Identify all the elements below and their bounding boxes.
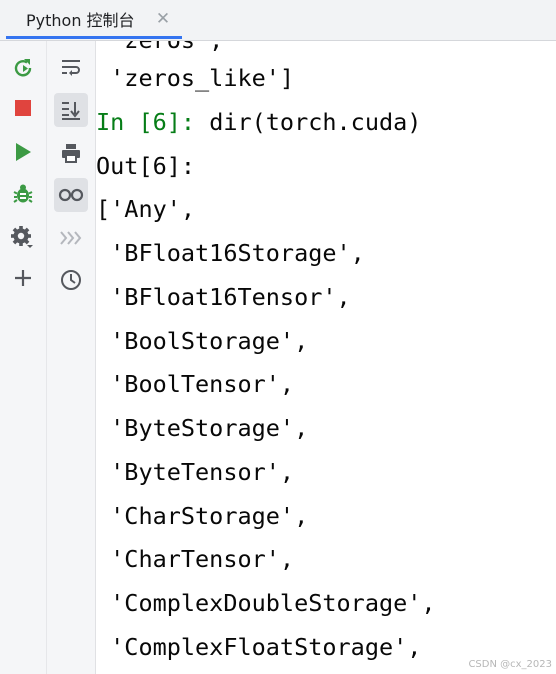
show-variables-icon <box>58 185 84 205</box>
command-queue-button[interactable] <box>54 221 88 255</box>
close-icon[interactable]: ✕ <box>154 10 172 28</box>
output-line: 'ByteTensor', <box>96 458 295 486</box>
run-icon <box>13 142 33 162</box>
output-line: 'BFloat16Tensor', <box>96 283 351 311</box>
output-line: 'ByteStorage', <box>96 414 309 442</box>
console-toolbar-primary <box>0 41 47 674</box>
tab-bar: Python 控制台 ✕ <box>0 0 556 41</box>
output-line: ['Any', <box>96 195 196 223</box>
output-prompt: Out[6]: <box>96 152 210 180</box>
output-line: 'BFloat16Storage', <box>96 239 365 267</box>
add-button[interactable] <box>6 261 40 295</box>
scroll-to-end-icon <box>60 99 82 121</box>
output-line: 'CharStorage', <box>96 502 309 530</box>
tab-python-console[interactable]: Python 控制台 ✕ <box>6 0 182 37</box>
tab-title: Python 控制台 <box>26 10 135 30</box>
console-toolbar-secondary <box>47 41 96 674</box>
output-line: 'ComplexDoubleStorage', <box>96 589 436 617</box>
history-button[interactable] <box>54 263 88 297</box>
output-line: 'zeros_like'] <box>96 64 295 92</box>
show-variables-button[interactable] <box>54 178 88 212</box>
stop-button[interactable] <box>6 91 40 125</box>
watermark: CSDN @cx_2023 <box>468 659 552 670</box>
scroll-to-end-button[interactable] <box>54 93 88 127</box>
debug-icon <box>12 183 34 205</box>
soft-wrap-icon <box>60 57 82 79</box>
rerun-button[interactable] <box>6 51 40 85</box>
add-icon <box>13 268 33 288</box>
output-line: 'CharTensor', <box>96 545 295 573</box>
output-line: 'BoolTensor', <box>96 370 295 398</box>
input-code: dir(torch.cuda) <box>195 108 422 136</box>
history-icon <box>60 269 82 291</box>
input-prompt: In [6]: <box>96 108 196 136</box>
print-button[interactable] <box>54 136 88 170</box>
settings-icon <box>11 226 35 250</box>
output-line: 'zeros', <box>96 41 223 55</box>
console-output[interactable]: 'zeros', 'zeros_like'] In [6]: dir(torch… <box>96 41 556 674</box>
run-button[interactable] <box>6 135 40 169</box>
command-queue-icon <box>59 228 83 248</box>
rerun-icon <box>12 57 34 79</box>
soft-wrap-button[interactable] <box>54 51 88 85</box>
active-tab-indicator <box>6 36 182 39</box>
debug-button[interactable] <box>6 177 40 211</box>
stop-icon <box>13 98 33 118</box>
settings-button[interactable] <box>6 221 40 255</box>
output-line: 'BoolStorage', <box>96 327 309 355</box>
output-line: 'ComplexFloatStorage', <box>96 633 422 661</box>
input-prompt-line: In [6]: dir(torch.cuda) <box>96 107 421 137</box>
print-icon <box>60 142 82 164</box>
